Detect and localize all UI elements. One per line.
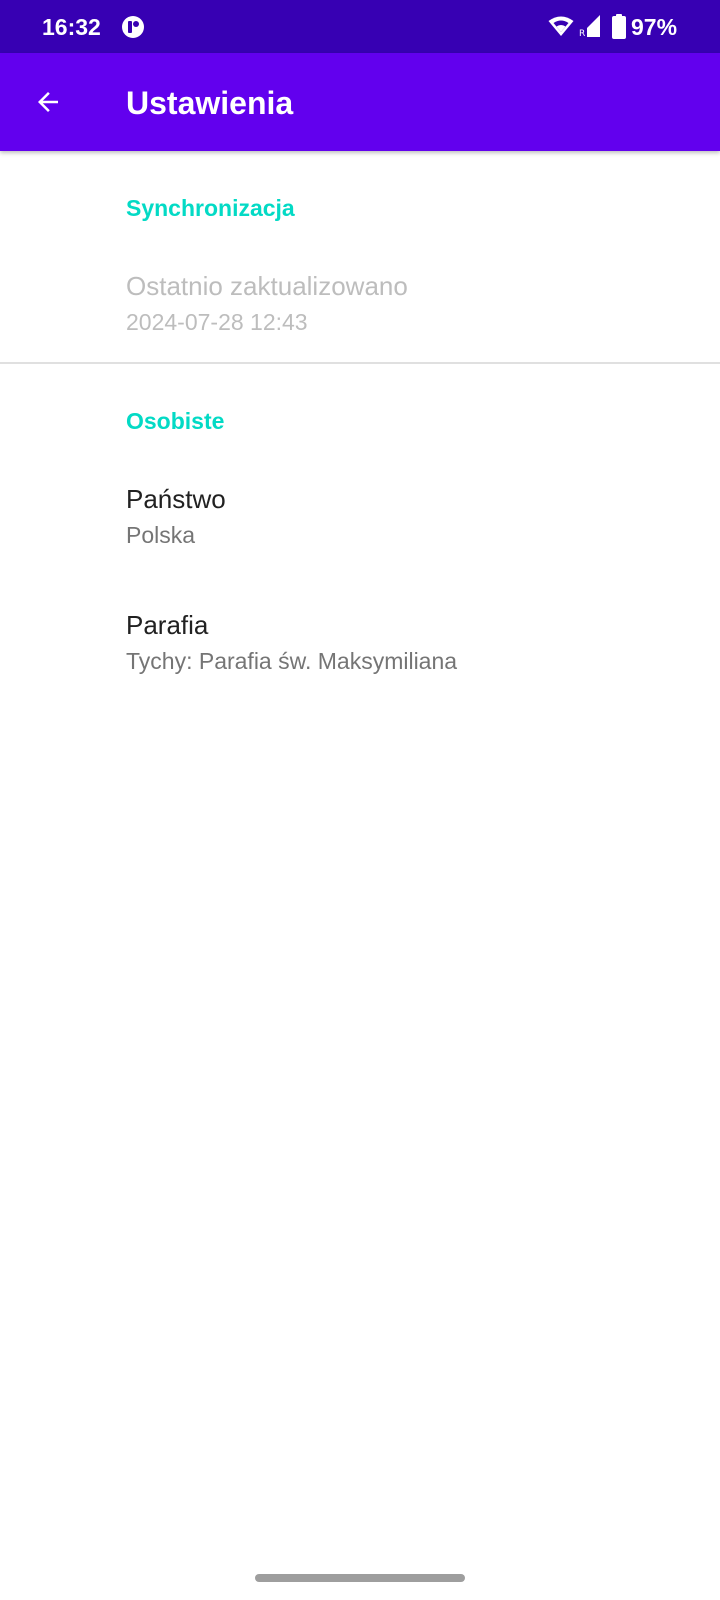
pref-parish-title: Parafia <box>126 610 209 640</box>
svg-text:R: R <box>579 29 585 39</box>
app-notification-icon <box>122 16 144 38</box>
pref-country[interactable]: Państwo Polska <box>0 482 720 592</box>
app-bar: Ustawienia <box>0 53 720 151</box>
pref-country-title: Państwo <box>126 484 226 514</box>
status-bar: 16:32 R 97% <box>0 0 720 53</box>
pref-parish[interactable]: Parafia Tychy: Parafia św. Maksymiliana <box>0 608 720 718</box>
page-title: Ustawienia <box>126 85 294 121</box>
section-header-personal: Osobiste <box>126 408 225 434</box>
wifi-icon <box>548 16 574 36</box>
pref-last-updated-summary: 2024-07-28 12:43 <box>126 309 308 335</box>
section-header-sync: Synchronizacja <box>126 195 295 221</box>
pref-parish-summary: Tychy: Parafia św. Maksymiliana <box>126 648 458 674</box>
section-divider <box>0 362 720 364</box>
battery-icon <box>612 14 626 39</box>
status-time: 16:32 <box>42 14 101 40</box>
pref-last-updated-title: Ostatnio zaktualizowano <box>126 271 408 301</box>
battery-percentage: 97% <box>631 14 678 40</box>
back-button[interactable] <box>20 74 76 130</box>
signal-icon: R <box>578 15 600 39</box>
arrow-left-icon <box>38 92 58 112</box>
pref-country-summary: Polska <box>126 522 196 548</box>
gesture-nav-handle[interactable] <box>255 1574 465 1582</box>
